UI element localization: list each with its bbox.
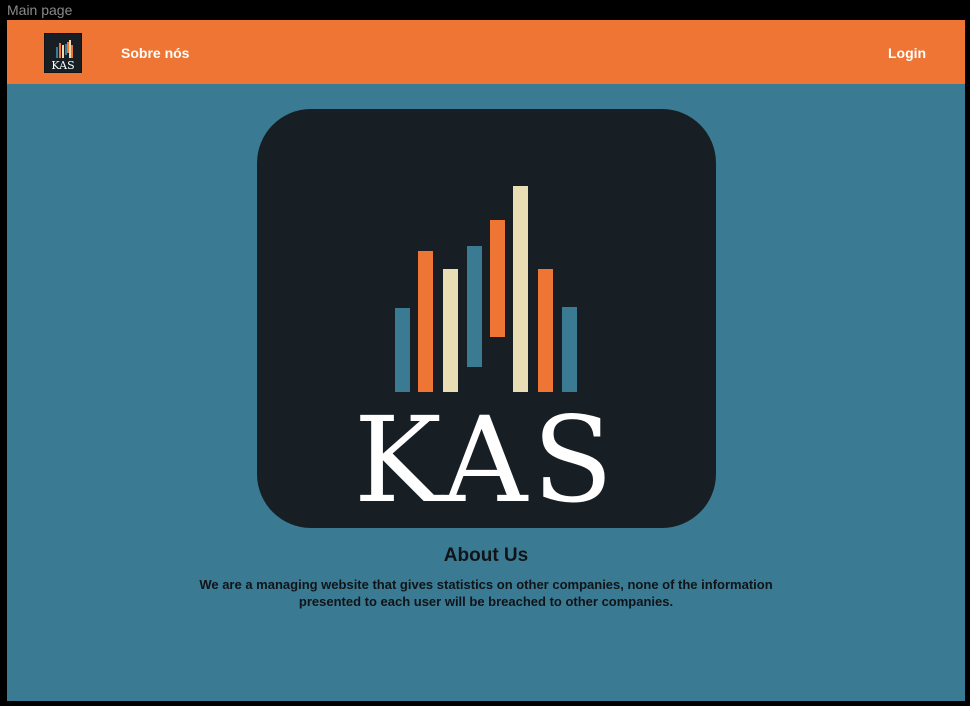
- nav-logo[interactable]: KAS: [44, 33, 82, 73]
- hero-logo-text: KAS: [354, 391, 618, 528]
- nav-link-login[interactable]: Login: [888, 45, 926, 61]
- frame-title: Main page: [7, 2, 73, 18]
- about-description: We are a managing website that gives sta…: [199, 577, 773, 609]
- navbar: KAS Sobre nós Login: [7, 20, 965, 84]
- logo-bars-icon: KAS: [51, 40, 75, 72]
- hero-logo: KAS: [257, 109, 716, 528]
- main-page: KAS Sobre nós Login KAS About Us We are …: [7, 20, 965, 701]
- nav-link-about[interactable]: Sobre nós: [121, 45, 189, 61]
- nav-logo-text: KAS: [51, 59, 74, 72]
- about-title: About Us: [443, 545, 529, 566]
- kas-logo-icon: KAS: [354, 186, 618, 528]
